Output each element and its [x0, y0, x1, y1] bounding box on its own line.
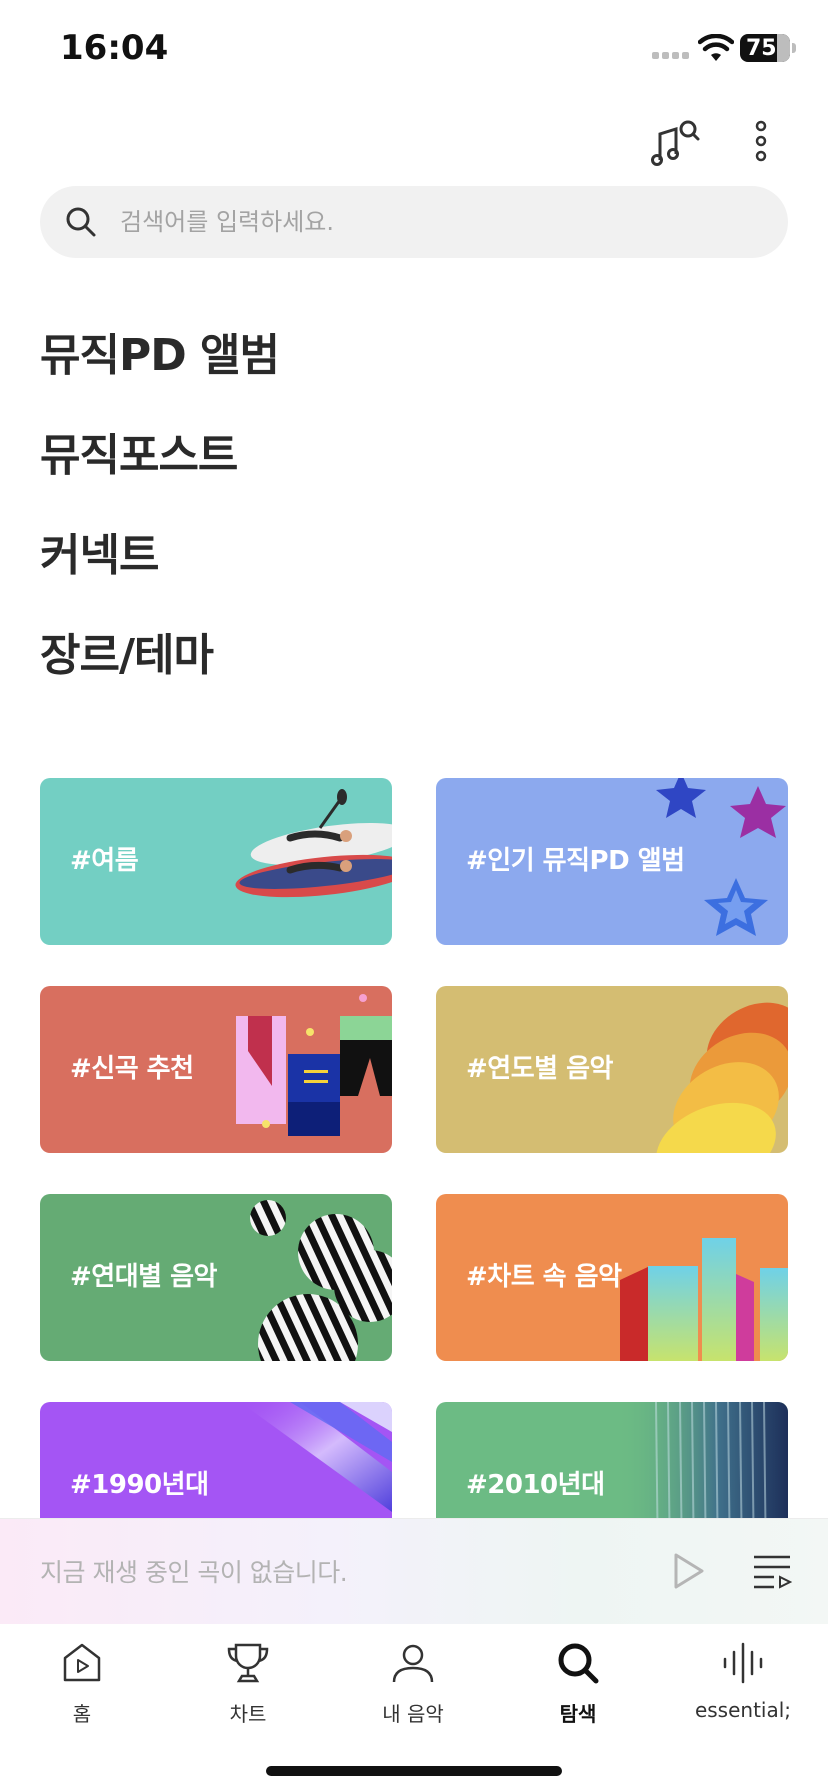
card-label: #신곡 추천 — [70, 1054, 194, 1084]
home-play-icon — [63, 1643, 101, 1682]
tab-label: essential; — [694, 1698, 792, 1722]
status-bar: 16:04 75 — [0, 0, 828, 100]
wifi-icon — [698, 34, 734, 61]
theme-card-music-by-year[interactable]: #연도별 음악 — [436, 986, 788, 1153]
tab-explore[interactable]: 탐색 — [513, 1640, 643, 1740]
explore-menu: 뮤직PD 앨범 뮤직포스트 커넥트 장르/테마 — [40, 320, 640, 720]
menu-item-genre-theme[interactable]: 장르/테마 — [40, 620, 640, 720]
status-time: 16:04 — [60, 28, 169, 68]
card-label: #여름 — [70, 846, 139, 876]
card-label: #차트 속 음악 — [466, 1262, 622, 1292]
more-vertical-icon — [755, 120, 767, 162]
battery-level: 75 — [746, 35, 777, 61]
search-icon — [66, 207, 96, 237]
trophy-icon — [227, 1643, 269, 1683]
home-indicator — [266, 1766, 562, 1776]
card-label: #연대별 음악 — [70, 1262, 217, 1292]
card-label: #2010년대 — [466, 1470, 605, 1500]
tab-my-music[interactable]: 내 음악 — [348, 1640, 478, 1740]
theme-card-chart-music[interactable]: #차트 속 음악 — [436, 1194, 788, 1361]
theme-card-music-by-decade[interactable]: #연대별 음악 — [40, 1194, 392, 1361]
tab-chart[interactable]: 차트 — [183, 1640, 313, 1740]
person-icon — [392, 1644, 434, 1683]
tab-label: 내 음악 — [382, 1702, 444, 1726]
play-button[interactable] — [666, 1549, 710, 1593]
playlist-button[interactable] — [752, 1549, 793, 1593]
theme-card-popular-pd-album[interactable]: #인기 뮤직PD 앨범 — [436, 778, 788, 945]
tab-label: 탐색 — [559, 1702, 597, 1726]
battery-indicator: 75 — [740, 34, 790, 62]
more-options-button[interactable] — [744, 116, 778, 168]
playlist-icon — [754, 1555, 793, 1589]
battery-tip — [792, 43, 796, 53]
search-icon — [558, 1643, 599, 1684]
menu-item-music-pd-album[interactable]: 뮤직PD 앨범 — [40, 320, 640, 420]
top-actions — [0, 116, 828, 176]
card-label: #인기 뮤직PD 앨범 — [466, 846, 685, 876]
tab-label: 홈 — [72, 1702, 92, 1726]
soundwave-icon — [723, 1642, 763, 1684]
search-input[interactable] — [120, 208, 720, 236]
menu-item-music-post[interactable]: 뮤직포스트 — [40, 420, 640, 520]
search-bar[interactable] — [40, 186, 788, 258]
tab-essential[interactable]: essential; — [678, 1640, 808, 1740]
tab-home[interactable]: 홈 — [17, 1640, 147, 1740]
card-label: #연도별 음악 — [466, 1054, 613, 1084]
menu-item-connect[interactable]: 커넥트 — [40, 520, 640, 620]
music-note-search-icon — [651, 120, 700, 166]
theme-card-new-songs[interactable]: #신곡 추천 — [40, 986, 392, 1153]
cellular-signal-icon — [652, 52, 689, 59]
play-icon — [674, 1553, 704, 1589]
tab-label: 차트 — [229, 1702, 267, 1726]
theme-card-summer[interactable]: #여름 — [40, 778, 392, 945]
card-label: #1990년대 — [70, 1470, 209, 1500]
music-search-button[interactable] — [650, 116, 702, 168]
